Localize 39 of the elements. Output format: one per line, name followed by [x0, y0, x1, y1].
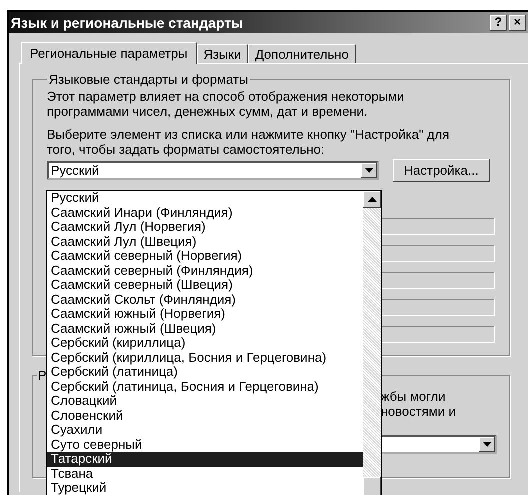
window-title: Язык и региональные стандарты — [10, 14, 244, 30]
list-item[interactable]: Турецкий — [47, 481, 363, 495]
list-item[interactable]: Словенский — [47, 408, 363, 423]
customize-button[interactable]: Настройка... — [393, 159, 490, 182]
group-label: Языковые стандарты и форматы — [48, 72, 250, 87]
list-item[interactable]: Суто северный — [47, 438, 363, 452]
list-item[interactable]: Саамский северный (Норвегия) — [47, 249, 363, 264]
scroll-up-icon[interactable] — [363, 191, 381, 208]
tab[interactable]: Региональные параметры — [21, 42, 197, 64]
list-item[interactable]: Сербский (кириллица, Босния и Герцеговина) — [47, 350, 363, 365]
group-label: Р — [37, 368, 48, 383]
list-item[interactable]: Саамский Лул (Швеция) — [47, 234, 363, 249]
description-text: Этот параметр влияет на способ отображения некоторыми программами чисел, денежных сумм, дат и времени. — [47, 89, 406, 119]
scroll-thumb[interactable] — [363, 477, 381, 495]
combo-value: Русский — [50, 163, 100, 178]
list-item[interactable]: Саамский Инари (Финляндия) — [47, 206, 363, 220]
list-item[interactable]: Суахили — [47, 423, 363, 438]
list-item[interactable]: Саамский северный (Швеция) — [47, 278, 363, 292]
list-item[interactable]: Саамский южный (Норвегия) — [47, 307, 363, 322]
help-button[interactable]: ? — [490, 14, 507, 30]
text-line: новостями и — [381, 404, 457, 419]
list-item[interactable]: Словацкий — [47, 394, 363, 408]
list-item[interactable]: Сербский (латиница, Босния и Герцеговина) — [47, 380, 363, 394]
list-item[interactable]: Тсвана — [47, 466, 363, 481]
list-item[interactable]: Саамский Лул (Норвегия) — [47, 220, 363, 234]
close-button[interactable]: × — [509, 14, 526, 30]
list-item[interactable]: Саамский Скольт (Финляндия) — [47, 292, 363, 307]
text-line: жбы могли — [381, 389, 447, 404]
tab[interactable]: Языки — [196, 44, 248, 63]
list-item[interactable]: Русский — [47, 191, 363, 206]
list-item[interactable]: Сербский (латиница) — [47, 365, 363, 380]
tab[interactable]: Дополнительно — [248, 44, 356, 63]
list-item[interactable]: Саамский северный (Финляндия) — [47, 264, 363, 278]
scrollbar[interactable] — [363, 191, 381, 495]
list-item[interactable]: Татарский — [47, 452, 363, 466]
language-combo[interactable]: Русский — [47, 161, 379, 180]
instruction-text: Выберите элемент из списка или нажмите кнопку "Настройка" для того, чтобы задать форматы самостоятельно: — [47, 127, 451, 157]
list-item[interactable]: Сербский (кириллица) — [47, 336, 363, 350]
list-item[interactable]: Саамский южный (Швеция) — [47, 322, 363, 336]
